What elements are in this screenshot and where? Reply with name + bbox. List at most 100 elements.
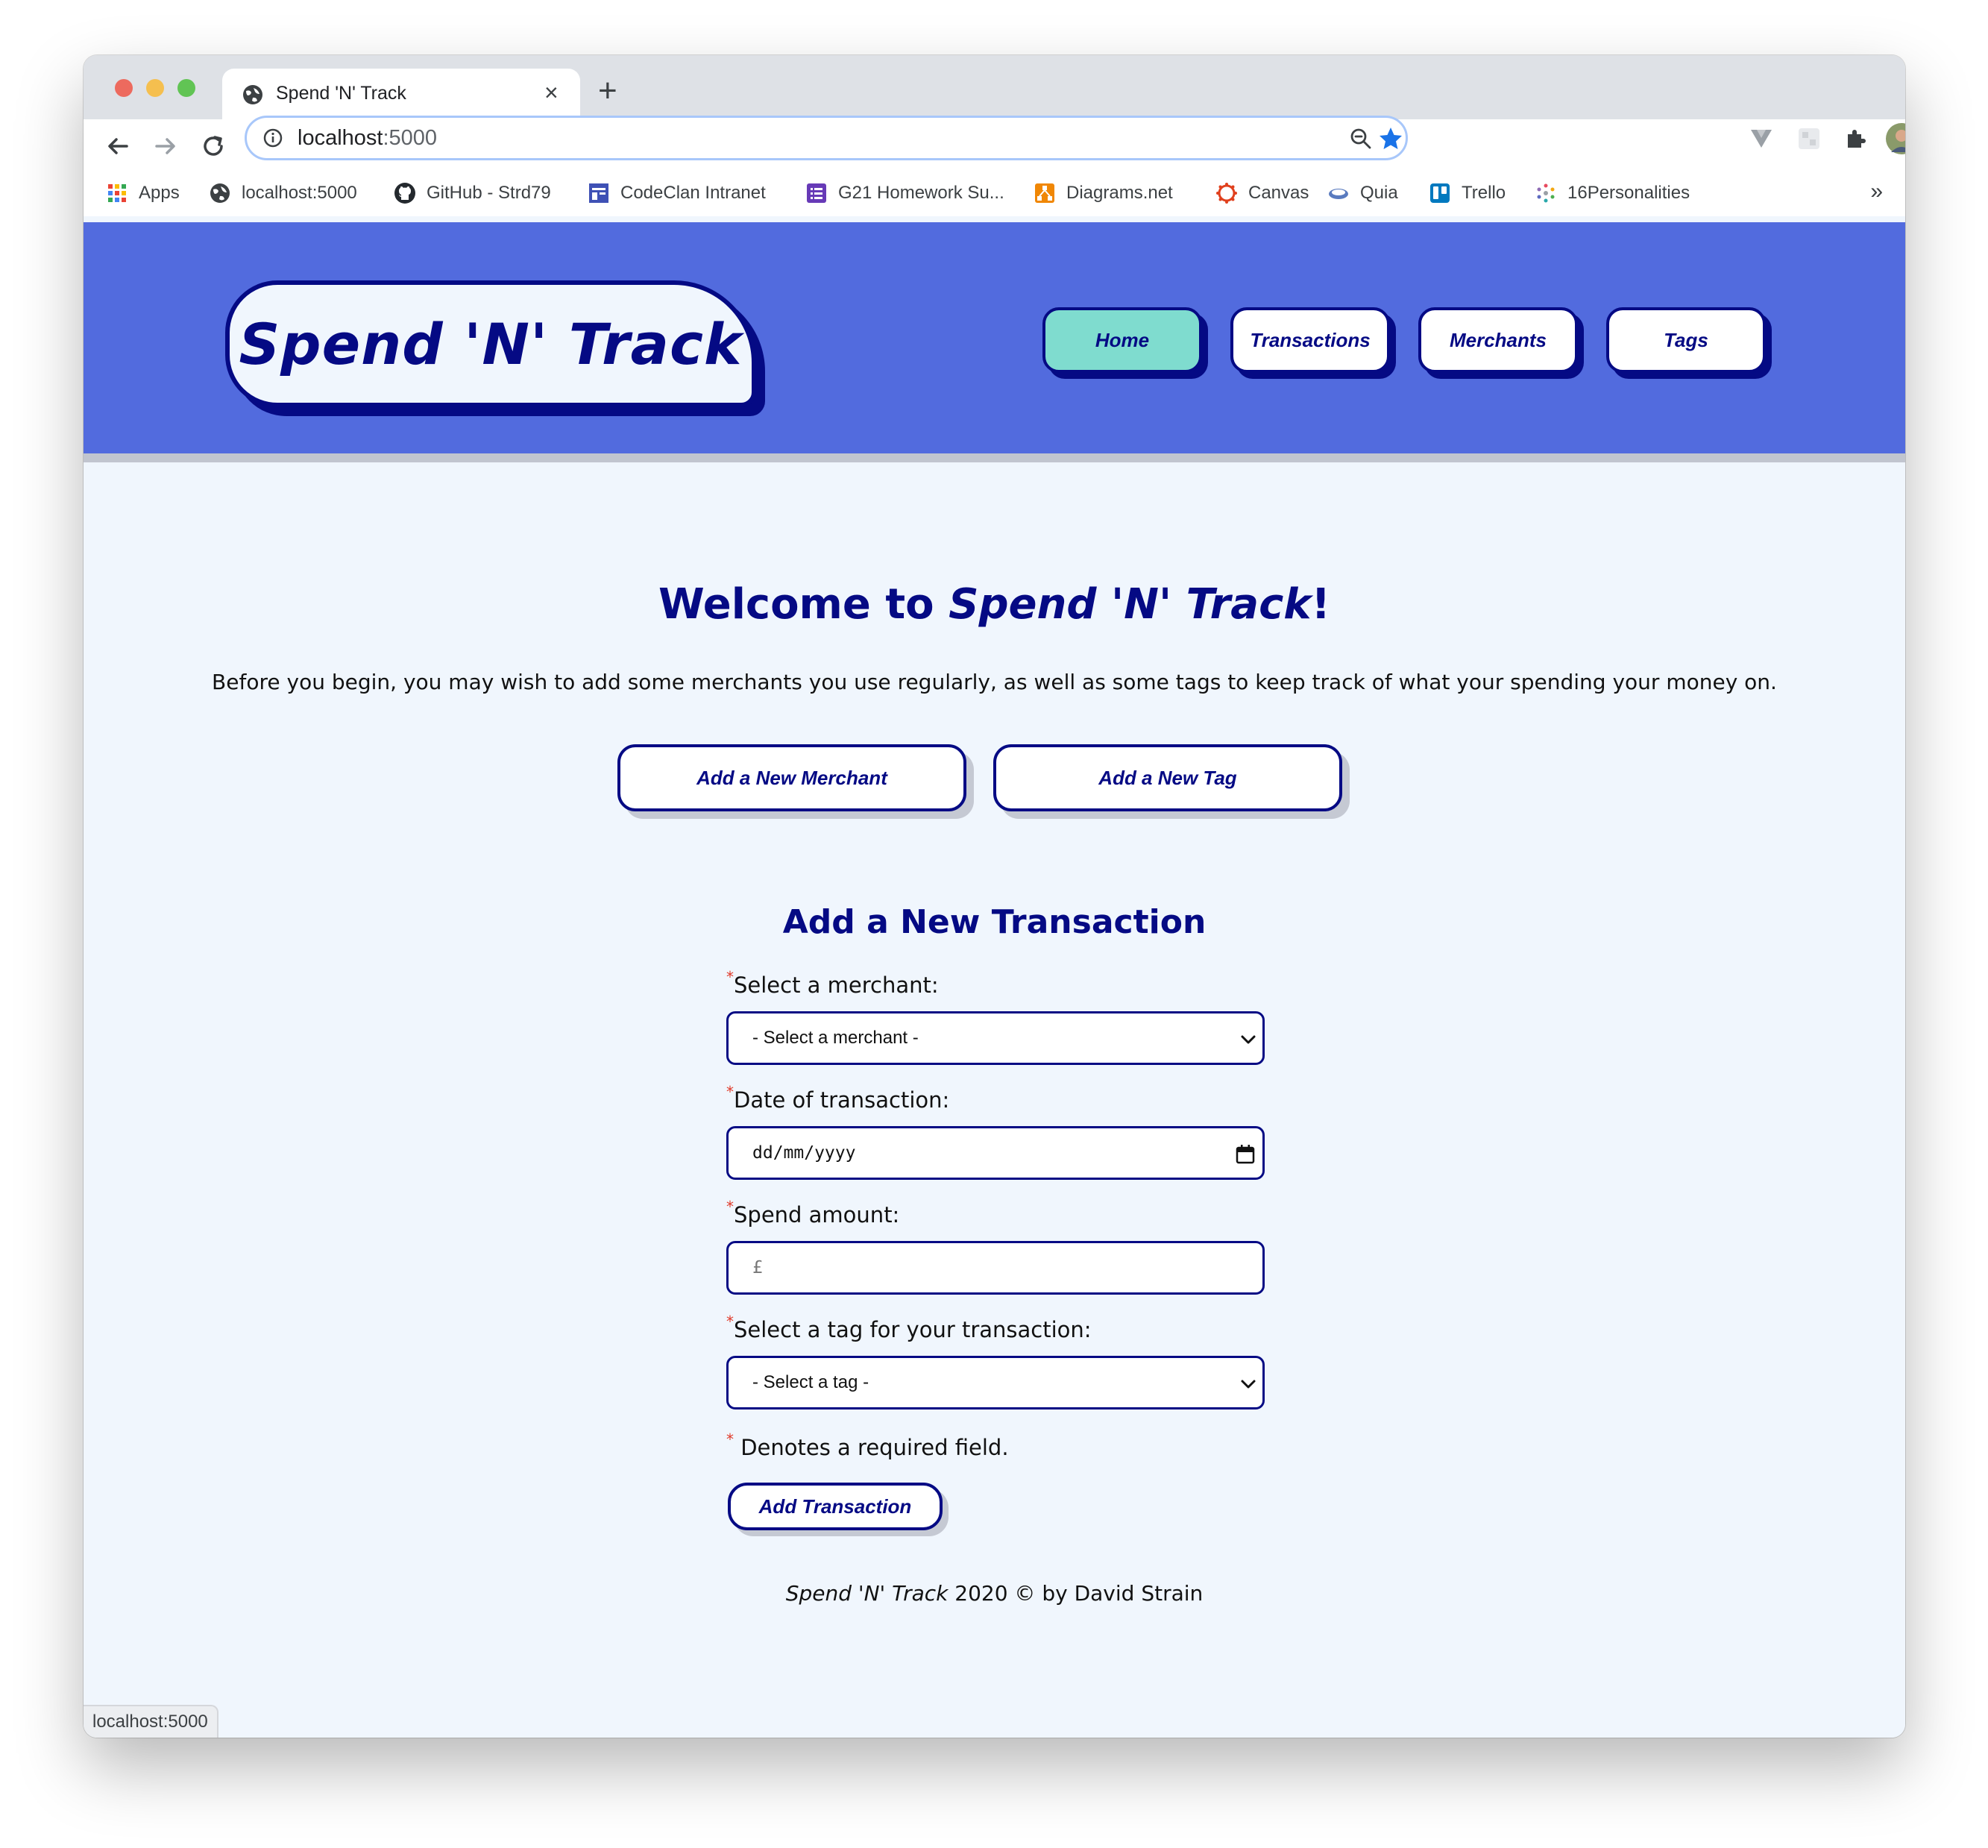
bookmark-canvas[interactable]: Canvas: [1215, 180, 1309, 206]
amount-label: *Spend amount:: [726, 1198, 900, 1228]
title-bar: Spend 'N' Track × +: [84, 55, 1905, 119]
bookmark-label: G21 Homework Su...: [838, 183, 1004, 203]
back-arrow-icon[interactable]: [103, 131, 133, 161]
bookmark-github[interactable]: GitHub - Strd79: [394, 180, 551, 206]
address-bar[interactable]: localhost:5000: [245, 116, 1408, 160]
site-logo[interactable]: Spend 'N' Track: [225, 280, 756, 407]
page-content: Spend 'N' Track Home Transactions Mercha…: [84, 222, 1905, 1738]
trello-icon: [1430, 183, 1450, 203]
merchant-label-text: Select a merchant:: [734, 972, 939, 998]
required-asterisk: *: [726, 968, 734, 986]
bookmark-label: 16Personalities: [1567, 183, 1690, 203]
canvas-icon: [1216, 183, 1237, 204]
personalities-icon: [1537, 183, 1555, 203]
bookmark-16personalities[interactable]: 16Personalities: [1535, 180, 1690, 206]
welcome-heading: Welcome to Spend 'N' Track!: [84, 580, 1905, 629]
form-title: Add a New Transaction: [782, 903, 1207, 941]
chevron-down-icon: [1241, 1380, 1256, 1389]
bookmark-g21-homework[interactable]: G21 Homework Su...: [805, 180, 1004, 206]
site-footer: Spend 'N' Track 2020 © by David Strain: [84, 1581, 1905, 1606]
footer-text: 2020 © by David Strain: [948, 1581, 1204, 1606]
extensions-puzzle-icon[interactable]: [1842, 125, 1869, 152]
bookmark-label: Quia: [1360, 183, 1398, 203]
bookmark-label: Canvas: [1248, 183, 1309, 203]
maximize-window-button[interactable]: [177, 79, 195, 97]
apps-grid-icon: [108, 184, 126, 202]
required-note-text: Denotes a required field.: [734, 1435, 1009, 1460]
date-input[interactable]: dd/mm/yyyy: [726, 1126, 1265, 1180]
close-tab-icon[interactable]: ×: [544, 79, 559, 106]
amount-input[interactable]: £: [726, 1241, 1265, 1295]
extension-placeholder-icon[interactable]: [1796, 125, 1822, 152]
required-asterisk: *: [726, 1198, 734, 1216]
bookmark-label: CodeClan Intranet: [620, 183, 766, 203]
bookmark-label: localhost:5000: [242, 183, 357, 203]
url-text: localhost:5000: [298, 126, 437, 151]
bookmark-codeclan[interactable]: CodeClan Intranet: [588, 180, 766, 206]
zoom-icon[interactable]: [1349, 127, 1373, 151]
tab-title: Spend 'N' Track: [276, 83, 406, 104]
bookmark-quia[interactable]: Quia: [1327, 180, 1398, 206]
calendar-icon[interactable]: [1234, 1143, 1256, 1166]
date-label-text: Date of transaction:: [734, 1087, 950, 1113]
welcome-brand: Spend 'N' Track: [949, 580, 1312, 629]
add-transaction-button[interactable]: Add Transaction: [728, 1483, 943, 1530]
required-asterisk: *: [726, 1313, 734, 1330]
merchant-label: *Select a merchant:: [726, 968, 939, 998]
browser-window: Spend 'N' Track × + localhost:5000 Apps …: [84, 55, 1905, 1738]
quia-icon: [1329, 189, 1348, 199]
reload-icon[interactable]: [198, 131, 228, 161]
vuetify-extension-icon[interactable]: [1748, 125, 1775, 152]
site-logo-text: Spend 'N' Track: [239, 310, 743, 377]
profile-avatar[interactable]: [1885, 122, 1905, 155]
required-asterisk: *: [726, 1083, 734, 1101]
bookmark-diagrams[interactable]: Diagrams.net: [1034, 180, 1173, 206]
nav-home[interactable]: Home: [1042, 307, 1202, 373]
close-window-button[interactable]: [115, 79, 133, 97]
nav-merchants[interactable]: Merchants: [1418, 307, 1578, 373]
more-bookmarks-icon[interactable]: »: [1870, 179, 1883, 204]
github-icon: [394, 183, 415, 204]
merchant-select[interactable]: - Select a merchant -: [726, 1011, 1265, 1065]
footer-brand: Spend 'N' Track: [785, 1581, 949, 1606]
minimize-window-button[interactable]: [146, 79, 164, 97]
url-host: localhost: [298, 126, 383, 150]
bookmark-label: GitHub - Strd79: [427, 183, 551, 203]
status-bar: localhost:5000: [84, 1705, 218, 1738]
amount-label-text: Spend amount:: [734, 1202, 900, 1228]
diagrams-icon: [1035, 183, 1054, 203]
date-label: *Date of transaction:: [726, 1083, 950, 1113]
chevron-down-icon: [1241, 1035, 1256, 1044]
required-asterisk: *: [726, 1430, 734, 1448]
forward-arrow-icon[interactable]: [151, 131, 180, 161]
required-field-note: * Denotes a required field.: [726, 1430, 1009, 1460]
bookmark-localhost[interactable]: localhost:5000: [209, 180, 357, 206]
bookmark-apps[interactable]: Apps: [106, 180, 180, 206]
tag-label-text: Select a tag for your transaction:: [734, 1317, 1092, 1342]
bookmark-star-icon[interactable]: [1377, 125, 1404, 152]
intranet-icon: [589, 183, 608, 203]
bookmark-label: Diagrams.net: [1066, 183, 1173, 203]
site-header: Spend 'N' Track Home Transactions Mercha…: [84, 222, 1905, 462]
globe-icon: [243, 85, 262, 104]
tag-label: *Select a tag for your transaction:: [726, 1313, 1092, 1342]
bookmark-label: Trello: [1462, 183, 1506, 203]
add-tag-button[interactable]: Add a New Tag: [993, 744, 1342, 811]
tag-select[interactable]: - Select a tag -: [726, 1356, 1265, 1409]
nav-tags[interactable]: Tags: [1606, 307, 1766, 373]
url-port: :5000: [383, 126, 438, 150]
intro-text: Before you begin, you may wish to add so…: [212, 670, 1777, 694]
site-info-icon[interactable]: [263, 128, 283, 148]
new-tab-icon[interactable]: +: [598, 75, 617, 107]
add-merchant-button[interactable]: Add a New Merchant: [617, 744, 966, 811]
tag-select-value: - Select a tag -: [752, 1372, 869, 1392]
globe-icon: [210, 183, 230, 203]
bookmark-label: Apps: [139, 183, 180, 203]
list-icon: [807, 183, 826, 203]
browser-tab[interactable]: Spend 'N' Track ×: [222, 69, 580, 119]
welcome-suffix: !: [1311, 580, 1331, 629]
nav-transactions[interactable]: Transactions: [1230, 307, 1390, 373]
merchant-select-value: - Select a merchant -: [752, 1028, 919, 1048]
bookmark-trello[interactable]: Trello: [1429, 180, 1506, 206]
amount-placeholder: £: [752, 1258, 763, 1277]
